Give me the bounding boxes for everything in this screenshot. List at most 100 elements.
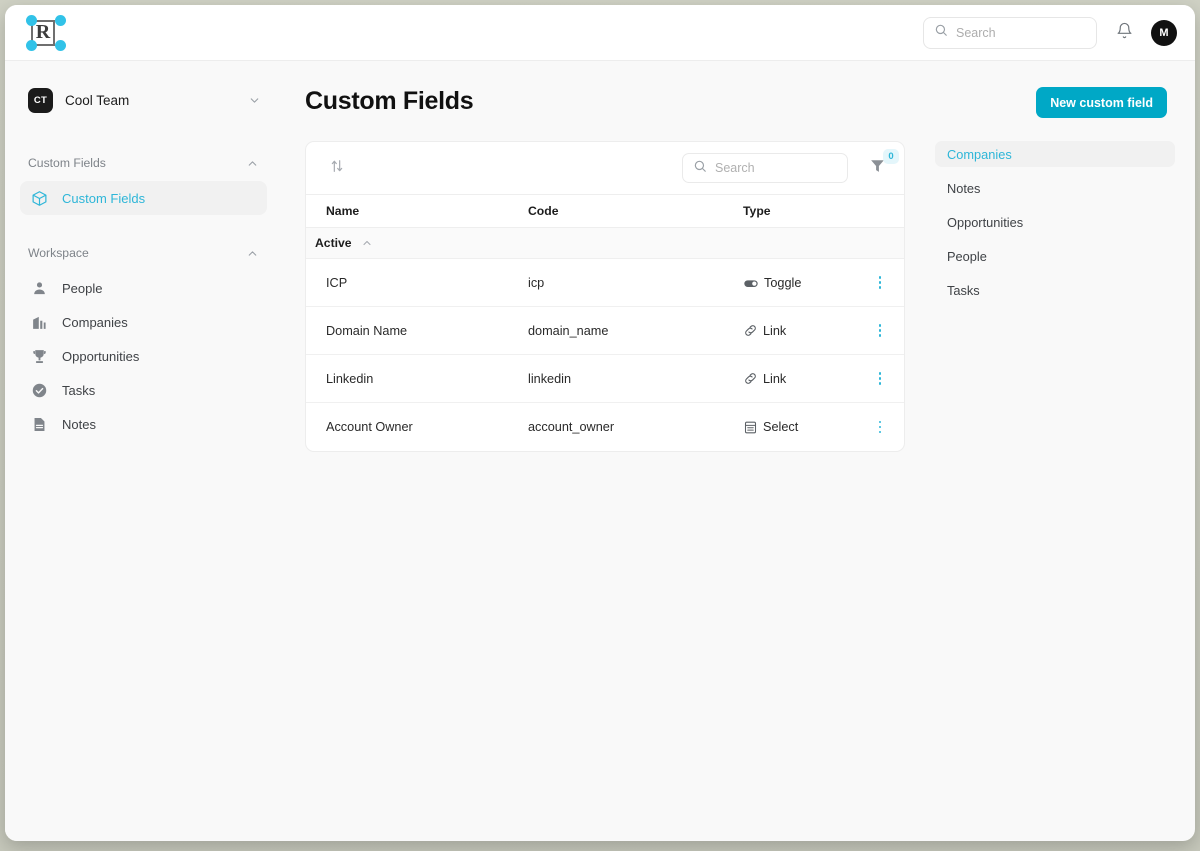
row-menu-button[interactable]: [856, 420, 904, 434]
more-vertical-icon: [878, 276, 882, 289]
search-icon: [693, 159, 707, 178]
check-circle-icon: [30, 381, 48, 399]
workspace-switcher[interactable]: CT Cool Team: [20, 83, 267, 117]
top-bar: R Search M: [5, 5, 1195, 61]
column-header-type[interactable]: Type: [743, 204, 856, 218]
object-item-tasks[interactable]: Tasks: [935, 277, 1175, 303]
main-columns: 0 Name Code Type Active: [305, 141, 1195, 452]
main-header: Custom Fields New custom field: [305, 87, 1195, 118]
global-search[interactable]: [923, 16, 1097, 49]
app-logo[interactable]: R: [25, 14, 66, 51]
object-item-people[interactable]: People: [935, 243, 1175, 269]
cell-name: Linkedin: [326, 371, 374, 386]
custom-fields-table: 0 Name Code Type Active: [305, 141, 905, 452]
table-toolbar: 0: [306, 142, 904, 195]
building-icon: [30, 313, 48, 331]
avatar-initial: M: [1159, 26, 1169, 39]
table-header-row: Name Code Type: [306, 195, 904, 228]
cell-code: linkedin: [528, 371, 572, 386]
cell-type-label: Link: [763, 323, 787, 338]
object-item-notes[interactable]: Notes: [935, 175, 1175, 201]
app-window: R Search M CT Cool Team Custom Fields Cu…: [5, 5, 1195, 841]
person-icon: [30, 279, 48, 297]
note-icon: [30, 415, 48, 433]
cell-type: Toggle: [743, 275, 856, 291]
cell-type: Link: [743, 323, 856, 338]
cell-name: Account Owner: [326, 420, 413, 434]
object-item-companies[interactable]: Companies: [935, 141, 1175, 167]
cell-type: Select: [743, 420, 856, 435]
sidebar-item-opportunities[interactable]: Opportunities: [20, 339, 267, 373]
chevron-up-icon[interactable]: [361, 237, 373, 249]
link-icon: [743, 323, 758, 338]
notifications-button[interactable]: [1111, 20, 1137, 46]
sidebar-section-label: Custom Fields: [28, 156, 106, 170]
column-header-code[interactable]: Code: [528, 204, 743, 218]
global-search-input[interactable]: [956, 25, 1086, 40]
logo-dot-top-right: [55, 14, 66, 26]
workspace-badge: CT: [28, 87, 53, 113]
search-icon: [934, 23, 948, 42]
cube-icon: [30, 189, 48, 207]
sidebar-item-companies[interactable]: Companies: [20, 305, 267, 339]
cell-type-label: Select: [763, 420, 799, 434]
toggle-icon: [743, 275, 759, 291]
filter-button[interactable]: 0: [864, 149, 899, 183]
sidebar-item-notes[interactable]: Notes: [20, 407, 267, 441]
cell-name: ICP: [326, 275, 348, 290]
column-header-name[interactable]: Name: [306, 204, 528, 218]
table-search[interactable]: [682, 153, 848, 183]
sidebar-section-custom-fields[interactable]: Custom Fields: [20, 151, 267, 175]
more-vertical-icon: [878, 324, 882, 337]
table-row[interactable]: Account Owner account_owner Select: [306, 403, 904, 451]
sort-button[interactable]: [324, 155, 350, 181]
sidebar-section-workspace[interactable]: Workspace: [20, 241, 267, 265]
chevron-down-icon: [248, 94, 261, 107]
row-menu-button[interactable]: [856, 276, 904, 289]
filter-count-badge: 0: [883, 149, 899, 164]
top-bar-actions: M: [923, 16, 1177, 49]
table-row[interactable]: ICP icp Toggle: [306, 259, 904, 307]
cell-type: Link: [743, 371, 856, 386]
table-row[interactable]: Linkedin linkedin Link: [306, 355, 904, 403]
table-group-row-active[interactable]: Active: [306, 228, 904, 259]
cell-code: icp: [528, 275, 545, 290]
object-item-label: Tasks: [947, 282, 980, 298]
table-row[interactable]: Domain Name domain_name Link: [306, 307, 904, 355]
table-search-input[interactable]: [715, 161, 837, 175]
cell-code: domain_name: [528, 323, 609, 338]
cell-code: account_owner: [528, 420, 615, 434]
sort-icon: [329, 158, 345, 179]
logo-dot-bottom-left: [26, 39, 37, 51]
object-list: Companies Notes Opportunities People Tas…: [935, 141, 1175, 452]
sidebar-item-label: Notes: [62, 416, 96, 432]
sidebar-item-tasks[interactable]: Tasks: [20, 373, 267, 407]
user-avatar[interactable]: M: [1151, 19, 1177, 46]
link-icon: [743, 371, 758, 386]
sidebar-item-label: People: [62, 280, 103, 296]
sidebar-item-label: Companies: [62, 314, 128, 330]
workspace-badge-text: CT: [33, 94, 48, 106]
new-custom-field-button[interactable]: New custom field: [1036, 87, 1167, 118]
more-vertical-icon: [878, 420, 882, 434]
page-title: Custom Fields: [305, 87, 474, 115]
logo-dot-top-left: [26, 14, 37, 26]
row-menu-button[interactable]: [856, 324, 904, 337]
cell-type-label: Link: [763, 371, 787, 386]
more-vertical-icon: [878, 372, 882, 385]
chevron-up-icon: [246, 157, 259, 170]
cell-type-label: Toggle: [764, 275, 802, 290]
object-item-opportunities[interactable]: Opportunities: [935, 209, 1175, 235]
cell-name: Domain Name: [326, 323, 408, 338]
sidebar-item-people[interactable]: People: [20, 271, 267, 305]
object-item-label: Companies: [947, 146, 1012, 162]
bell-icon: [1116, 22, 1133, 44]
sidebar: CT Cool Team Custom Fields Custom Fields…: [5, 61, 282, 841]
main-content: Custom Fields New custom field Search 0 …: [282, 61, 1195, 841]
sidebar-item-label: Opportunities: [62, 348, 140, 364]
trophy-icon: [30, 347, 48, 365]
app-body: CT Cool Team Custom Fields Custom Fields…: [5, 61, 1195, 841]
sidebar-item-custom-fields[interactable]: Custom Fields: [20, 181, 267, 215]
row-menu-button[interactable]: [856, 372, 904, 385]
